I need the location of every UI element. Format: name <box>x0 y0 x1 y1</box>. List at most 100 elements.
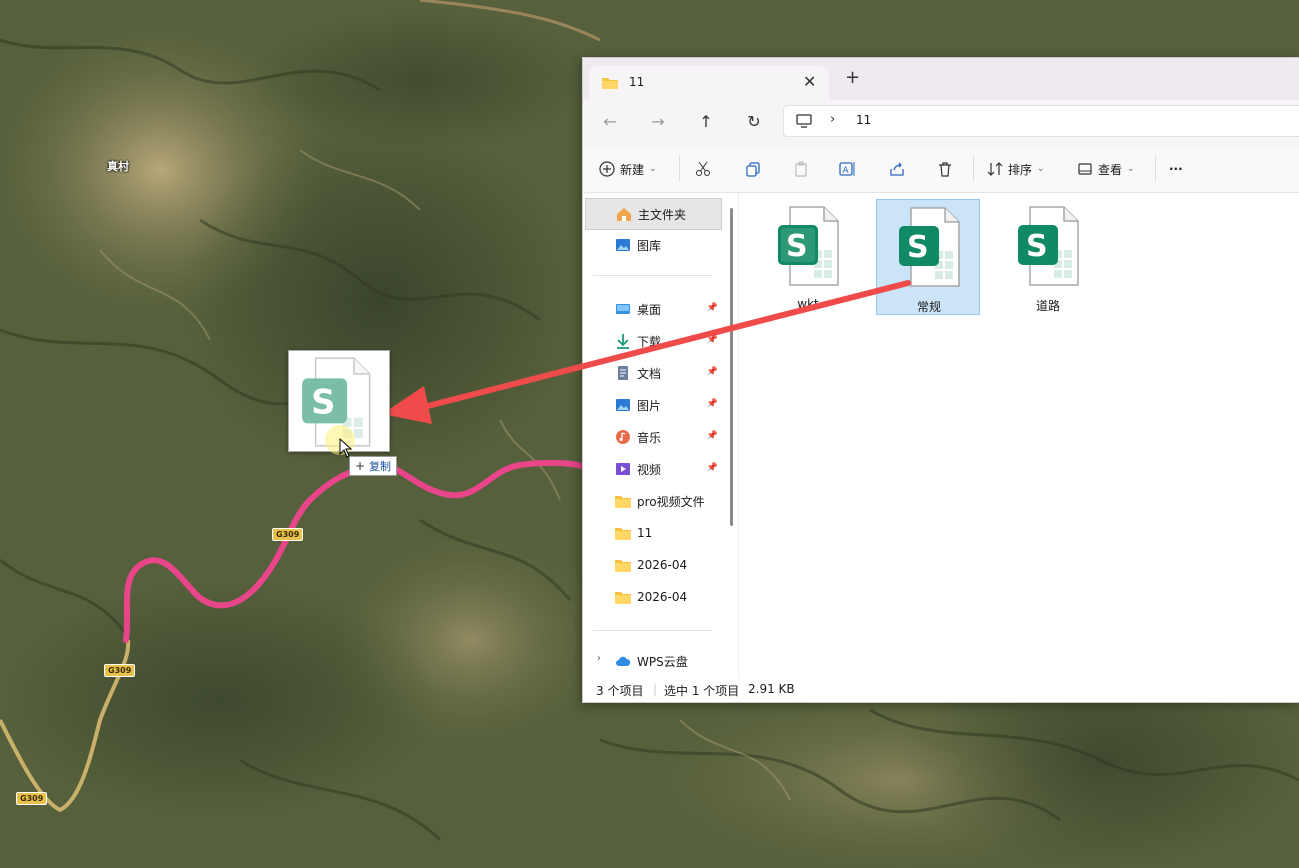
pin-icon[interactable]: 📌 <box>707 367 718 377</box>
tab-title: 11 <box>629 75 645 89</box>
nav-item-home[interactable]: 主文件夹 <box>585 198 722 230</box>
forward-arrow-icon[interactable]: → <box>645 110 671 134</box>
nav-item-videos[interactable]: 视频 📌 <box>585 454 720 484</box>
nav-item-gallery[interactable]: 图库 <box>585 230 720 260</box>
file-name: wkt <box>797 297 819 311</box>
pin-icon[interactable]: 📌 <box>707 399 718 409</box>
new-label: 新建 <box>620 162 645 177</box>
folder-icon <box>615 493 631 509</box>
close-icon[interactable]: ✕ <box>803 72 816 91</box>
plus-circle-icon <box>599 161 615 177</box>
share-button[interactable] <box>889 157 905 181</box>
nav-item-label: 图库 <box>637 238 662 253</box>
tab-11[interactable]: 11 ✕ <box>589 66 829 100</box>
pin-icon[interactable]: 📌 <box>707 335 718 345</box>
nav-item-folder[interactable]: pro视频文件 <box>585 486 720 516</box>
view-button[interactable]: 查看 ⌄ <box>1077 157 1135 181</box>
file-item[interactable]: S 道路 <box>996 199 1100 315</box>
cloud-icon <box>615 653 631 669</box>
file-explorer-window[interactable]: 11 ✕ + ← → ↑ ↻ › 11 新建 ⌄ A 排序 ⌄ 查看 ⌄ ···… <box>582 57 1299 703</box>
nav-item-label: 桌面 <box>637 302 662 317</box>
cut-button[interactable] <box>695 157 711 181</box>
download-icon <box>615 333 631 349</box>
chevron-right-icon: › <box>830 112 836 127</box>
delete-button[interactable] <box>937 157 953 181</box>
nav-item-folder[interactable]: 2026-04 <box>585 550 720 580</box>
up-arrow-icon[interactable]: ↑ <box>693 110 719 134</box>
nav-item-documents[interactable]: 文档 📌 <box>585 358 720 388</box>
address-bar[interactable]: › 11 <box>783 105 1299 137</box>
svg-text:A: A <box>843 166 850 176</box>
road-shield: G309 <box>104 664 136 677</box>
spreadsheet-icon: S <box>1018 206 1079 286</box>
pin-icon[interactable]: 📌 <box>707 463 718 473</box>
svg-text:S: S <box>907 230 929 265</box>
video-icon <box>615 461 631 477</box>
new-tab-button[interactable]: + <box>845 67 860 88</box>
new-button[interactable]: 新建 ⌄ <box>599 157 657 181</box>
desktop-icon <box>615 301 631 317</box>
nav-item-music[interactable]: 音乐 📌 <box>585 422 720 452</box>
cursor-icon <box>339 438 353 458</box>
folder-icon <box>615 525 631 541</box>
file-name: 常规 <box>916 300 941 314</box>
nav-item-label: 视频 <box>637 462 662 477</box>
nav-item-label: 2026-04 <box>637 558 688 572</box>
copy-button[interactable] <box>745 157 761 181</box>
paste-button[interactable] <box>793 157 809 181</box>
nav-item-cloud[interactable]: › WPS云盘 <box>585 646 720 676</box>
navigation-bar: ← → ↑ ↻ › 11 <box>583 100 1299 146</box>
file-name: 道路 <box>1035 299 1060 313</box>
nav-item-desktop[interactable]: 桌面 📌 <box>585 294 720 324</box>
view-label: 查看 <box>1098 162 1123 177</box>
nav-item-label: 主文件夹 <box>638 207 687 222</box>
sort-label: 排序 <box>1008 162 1033 177</box>
copy-label: 复制 <box>369 460 392 473</box>
tab-bar: 11 ✕ + <box>583 58 1299 100</box>
spreadsheet-icon: S <box>899 207 960 287</box>
copy-icon <box>746 162 760 177</box>
sort-button[interactable]: 排序 ⌄ <box>987 157 1045 181</box>
view-icon <box>1078 163 1092 175</box>
nav-item-pictures[interactable]: 图片 📌 <box>585 390 720 420</box>
folder-icon <box>615 589 631 605</box>
nav-item-label: 11 <box>637 526 653 540</box>
back-arrow-icon[interactable]: ← <box>597 110 623 134</box>
svg-text:S: S <box>311 382 335 421</box>
scissors-icon <box>696 161 710 176</box>
selection-size: 2.91 KB <box>748 682 795 696</box>
nav-item-downloads[interactable]: 下载 📌 <box>585 326 720 356</box>
refresh-icon[interactable]: ↻ <box>741 110 767 134</box>
file-item-selected[interactable]: S 常规 <box>876 199 980 315</box>
nav-item-label: 2026-04 <box>637 590 688 604</box>
nav-item-label: 下载 <box>637 334 662 349</box>
navigation-pane: 主文件夹 图库 桌面 📌 下载 📌 文档 📌 图片 📌 音乐 📌 视频 📌 pr… <box>583 193 729 678</box>
more-options-button[interactable]: ··· <box>1169 157 1183 181</box>
chevron-right-icon[interactable]: › <box>597 653 601 664</box>
picture-icon <box>615 397 631 413</box>
road-shield: G309 <box>272 528 304 541</box>
breadcrumb[interactable]: 11 <box>856 113 871 127</box>
rename-button[interactable]: A <box>839 157 857 181</box>
file-item[interactable]: S wkt <box>756 199 860 315</box>
pin-icon[interactable]: 📌 <box>707 431 718 441</box>
computer-icon <box>796 114 812 131</box>
copy-tooltip: + 复制 <box>349 456 398 476</box>
selection-count: 选中 1 个项目 <box>664 684 740 698</box>
nav-item-label: WPS云盘 <box>637 654 688 669</box>
folder-icon <box>615 557 631 573</box>
rename-icon: A <box>839 162 855 176</box>
sort-icon <box>987 162 1003 176</box>
nav-scrollbar[interactable] <box>730 208 733 526</box>
nav-item-label: 图片 <box>637 398 662 413</box>
home-icon <box>616 206 632 222</box>
nav-item-folder[interactable]: 11 <box>585 518 720 548</box>
road-shield: G309 <box>16 792 48 805</box>
nav-item-label: pro视频文件 <box>637 494 705 509</box>
pin-icon[interactable]: 📌 <box>707 303 718 313</box>
nav-item-folder[interactable]: 2026-04 <box>585 582 720 612</box>
plus-icon: + <box>355 459 366 473</box>
folder-icon <box>601 76 619 93</box>
gallery-icon <box>615 237 631 253</box>
music-icon <box>615 429 631 445</box>
